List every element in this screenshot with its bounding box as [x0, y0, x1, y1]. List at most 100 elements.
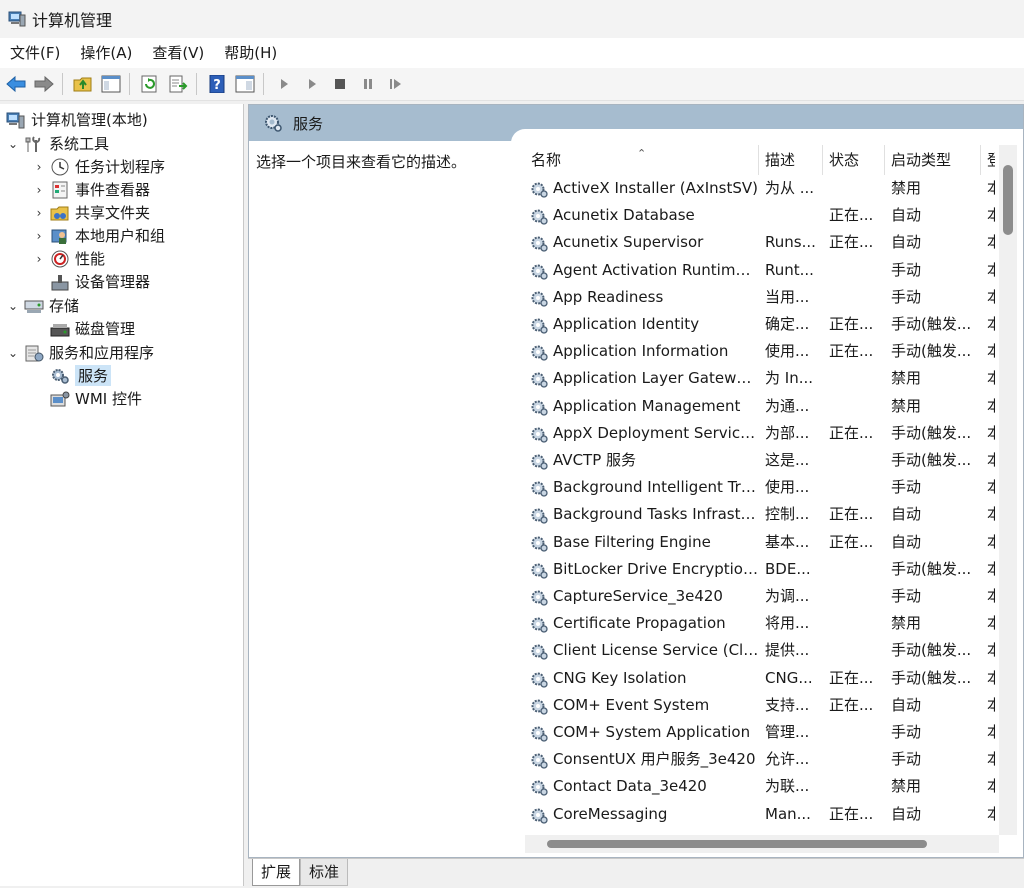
tree-item-disk-management[interactable]: 磁盘管理	[46, 317, 135, 340]
service-description: 提供...	[765, 641, 810, 660]
column-header-name[interactable]: 名称 ⌃	[525, 145, 759, 175]
properties-icon[interactable]	[233, 72, 257, 96]
chevron-right-icon[interactable]: ›	[32, 229, 46, 243]
chevron-down-icon[interactable]: ⌄	[6, 299, 20, 313]
help-icon[interactable]: ?	[205, 72, 229, 96]
table-row[interactable]: CaptureService_3e420 为调... 手动 本	[525, 583, 995, 610]
stop-service-icon[interactable]	[328, 72, 352, 96]
storage-icon	[24, 297, 44, 315]
chevron-right-icon[interactable]: ›	[32, 183, 46, 197]
service-status: 正在...	[829, 695, 874, 714]
menu-help[interactable]: 帮助(H)	[214, 38, 287, 68]
device-manager-icon	[50, 273, 70, 291]
table-row[interactable]: AppX Deployment Service ... 为部... 正在... 手动(…	[525, 420, 995, 447]
service-name: AVCTP 服务	[525, 447, 759, 474]
tree-item-services-applications[interactable]: ⌄ 服务和应用程序	[6, 341, 154, 364]
service-name: AppX Deployment Service ...	[525, 420, 759, 447]
service-status	[823, 447, 885, 474]
tree-item-event-viewer[interactable]: › 事件查看器	[32, 178, 150, 201]
start-service-alt-icon[interactable]	[300, 72, 324, 96]
menu-action[interactable]: 操作(A)	[70, 38, 142, 68]
service-logon: 本	[981, 801, 995, 828]
table-row[interactable]: AVCTP 服务 这是... 手动(触发... 本	[525, 447, 995, 474]
chevron-right-icon[interactable]: ›	[32, 206, 46, 220]
menu-file[interactable]: 文件(F)	[0, 38, 70, 68]
chevron-down-icon[interactable]: ⌄	[6, 346, 20, 360]
chevron-down-icon[interactable]: ⌄	[6, 137, 20, 151]
table-row[interactable]: ConsentUX 用户服务_3e420 允许... 手动 本	[525, 746, 995, 773]
tree-item-local-users-groups[interactable]: › 本地用户和组	[32, 224, 165, 247]
chevron-right-icon[interactable]: ›	[32, 160, 46, 174]
refresh-icon[interactable]	[138, 72, 162, 96]
column-header-description[interactable]: 描述	[759, 145, 823, 175]
service-name-text: ActiveX Installer (AxInstSV)	[553, 179, 759, 197]
toolbar-separator	[263, 73, 264, 95]
chevron-right-icon[interactable]: ›	[32, 252, 46, 266]
table-row[interactable]: Background Tasks Infrastru... 控制... 正在... 自…	[525, 501, 995, 528]
service-gear-icon	[530, 724, 548, 742]
vertical-scrollbar[interactable]	[999, 145, 1017, 835]
tab-standard[interactable]: 标准	[300, 859, 349, 886]
back-arrow-icon[interactable]	[4, 72, 28, 96]
folder-up-icon[interactable]	[71, 72, 95, 96]
menu-view[interactable]: 查看(V)	[142, 38, 214, 68]
table-row[interactable]: BitLocker Drive Encryption ... BDE... 手动(触…	[525, 556, 995, 583]
service-name: CaptureService_3e420	[525, 583, 759, 610]
table-row[interactable]: Application Layer Gateway ... 为 In... 禁用 本	[525, 365, 995, 392]
service-startup-type: 手动	[891, 478, 922, 497]
service-startup-type: 禁用	[891, 777, 922, 796]
service-description: 为从 ...	[765, 179, 815, 197]
tree-item-system-tools[interactable]: ⌄ 系统工具	[6, 132, 109, 155]
tab-extended[interactable]: 扩展	[252, 859, 301, 886]
service-name-text: COM+ System Application	[553, 723, 751, 741]
restart-service-icon[interactable]	[384, 72, 408, 96]
column-header-status[interactable]: 状态	[823, 145, 885, 175]
column-header-logon[interactable]: 登	[981, 145, 995, 175]
table-row[interactable]: Acunetix Supervisor Runs... 正在... 自动 本	[525, 229, 995, 256]
service-logon: 本	[981, 447, 995, 474]
horizontal-scrollbar-thumb[interactable]	[547, 840, 927, 848]
forward-arrow-icon[interactable]	[32, 72, 56, 96]
horizontal-scrollbar[interactable]	[525, 835, 999, 853]
export-list-icon[interactable]	[166, 72, 190, 96]
service-name: Certificate Propagation	[525, 610, 759, 637]
column-header-startup-type[interactable]: 启动类型	[885, 145, 981, 175]
tree-item-performance[interactable]: › 性能	[32, 247, 105, 270]
table-row[interactable]: App Readiness 当用... 手动 本	[525, 284, 995, 311]
tree-item-label: 存储	[49, 297, 80, 315]
table-row[interactable]: Application Information 使用... 正在... 手动(触发..…	[525, 338, 995, 365]
table-row[interactable]: Client License Service (Clip... 提供... 手动(触…	[525, 637, 995, 664]
pause-service-icon[interactable]	[356, 72, 380, 96]
table-row[interactable]: Background Intelligent Tra... 使用... 手动 本	[525, 474, 995, 501]
vertical-scrollbar-thumb[interactable]	[1003, 165, 1013, 235]
tree-item-computer-management[interactable]: 计算机管理(本地)	[2, 108, 148, 131]
tree-item-device-manager[interactable]: 设备管理器	[46, 270, 150, 293]
table-row[interactable]: COM+ System Application 管理... 手动 本	[525, 719, 995, 746]
tree-item-storage[interactable]: ⌄ 存储	[6, 294, 79, 317]
table-row[interactable]: CoreMessaging Man... 正在... 自动 本	[525, 801, 995, 828]
services-table: 名称 ⌃ 描述 状态 启动类型 登 ActiveX Installer (AxI…	[525, 145, 995, 835]
service-description	[759, 202, 823, 229]
table-row[interactable]: Certificate Propagation 将用... 禁用 本	[525, 610, 995, 637]
table-row[interactable]: Contact Data_3e420 为联... 禁用 本	[525, 773, 995, 800]
table-row[interactable]: COM+ Event System 支持... 正在... 自动 本	[525, 692, 995, 719]
tree-item-services[interactable]: 服务	[46, 364, 112, 387]
service-name-text: Background Tasks Infrastru...	[553, 505, 759, 524]
service-startup-type: 禁用	[891, 369, 922, 388]
start-service-icon[interactable]	[272, 72, 296, 96]
tree-item-wmi-control[interactable]: WMI 控件	[46, 387, 142, 410]
table-row[interactable]: Application Identity 确定... 正在... 手动(触发... 本	[525, 311, 995, 338]
show-hide-tree-icon[interactable]	[99, 72, 123, 96]
service-name: Client License Service (Clip...	[525, 637, 759, 664]
service-logon: 本	[981, 746, 995, 773]
table-row[interactable]: Agent Activation Runtime_... Runt... 手动 本	[525, 257, 995, 284]
service-startup-type: 手动(触发...	[891, 641, 972, 660]
table-row[interactable]: Acunetix Database 正在... 自动 本	[525, 202, 995, 229]
tree-item-task-scheduler[interactable]: › 任务计划程序	[32, 155, 165, 178]
performance-icon	[50, 250, 70, 268]
table-row[interactable]: CNG Key Isolation CNG... 正在... 手动(触发... 本	[525, 665, 995, 692]
table-row[interactable]: Base Filtering Engine 基本... 正在... 自动 本	[525, 529, 995, 556]
tree-item-shared-folders[interactable]: › 共享文件夹	[32, 201, 150, 224]
table-row[interactable]: Application Management 为通... 禁用 本	[525, 393, 995, 420]
table-row[interactable]: ActiveX Installer (AxInstSV) 为从 ... 禁用 本	[525, 175, 995, 202]
